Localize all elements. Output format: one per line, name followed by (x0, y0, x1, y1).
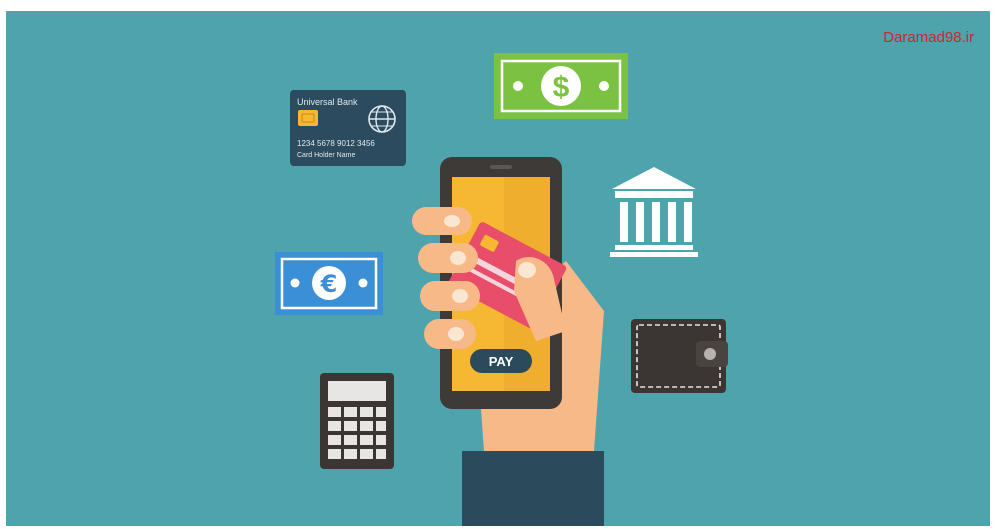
watermark-text: Daramad98.ir (883, 29, 974, 46)
pay-button[interactable]: PAY (470, 349, 532, 373)
bank-card-number: 1234 5678 9012 3456 (297, 139, 375, 148)
bank-card-holder: Card Holder Name (297, 152, 355, 159)
sleeve (462, 451, 604, 526)
illustration-canvas: Universal Bank 1234 5678 9012 3456 Card … (275, 53, 728, 526)
calculator-icon (320, 373, 394, 469)
svg-text:€: € (320, 270, 338, 298)
wallet-icon (631, 319, 728, 393)
illustration-scene: Universal Bank 1234 5678 9012 3456 Card … (6, 11, 990, 526)
pay-button-label: PAY (489, 354, 514, 369)
euro-bill-icon: € (275, 252, 383, 315)
credit-card-icon: Universal Bank 1234 5678 9012 3456 Card … (290, 90, 406, 166)
dollar-bill-icon: $ (494, 53, 628, 119)
bank-building-icon (610, 167, 698, 257)
svg-text:$: $ (553, 71, 570, 104)
bank-card-name: Universal Bank (297, 97, 358, 107)
